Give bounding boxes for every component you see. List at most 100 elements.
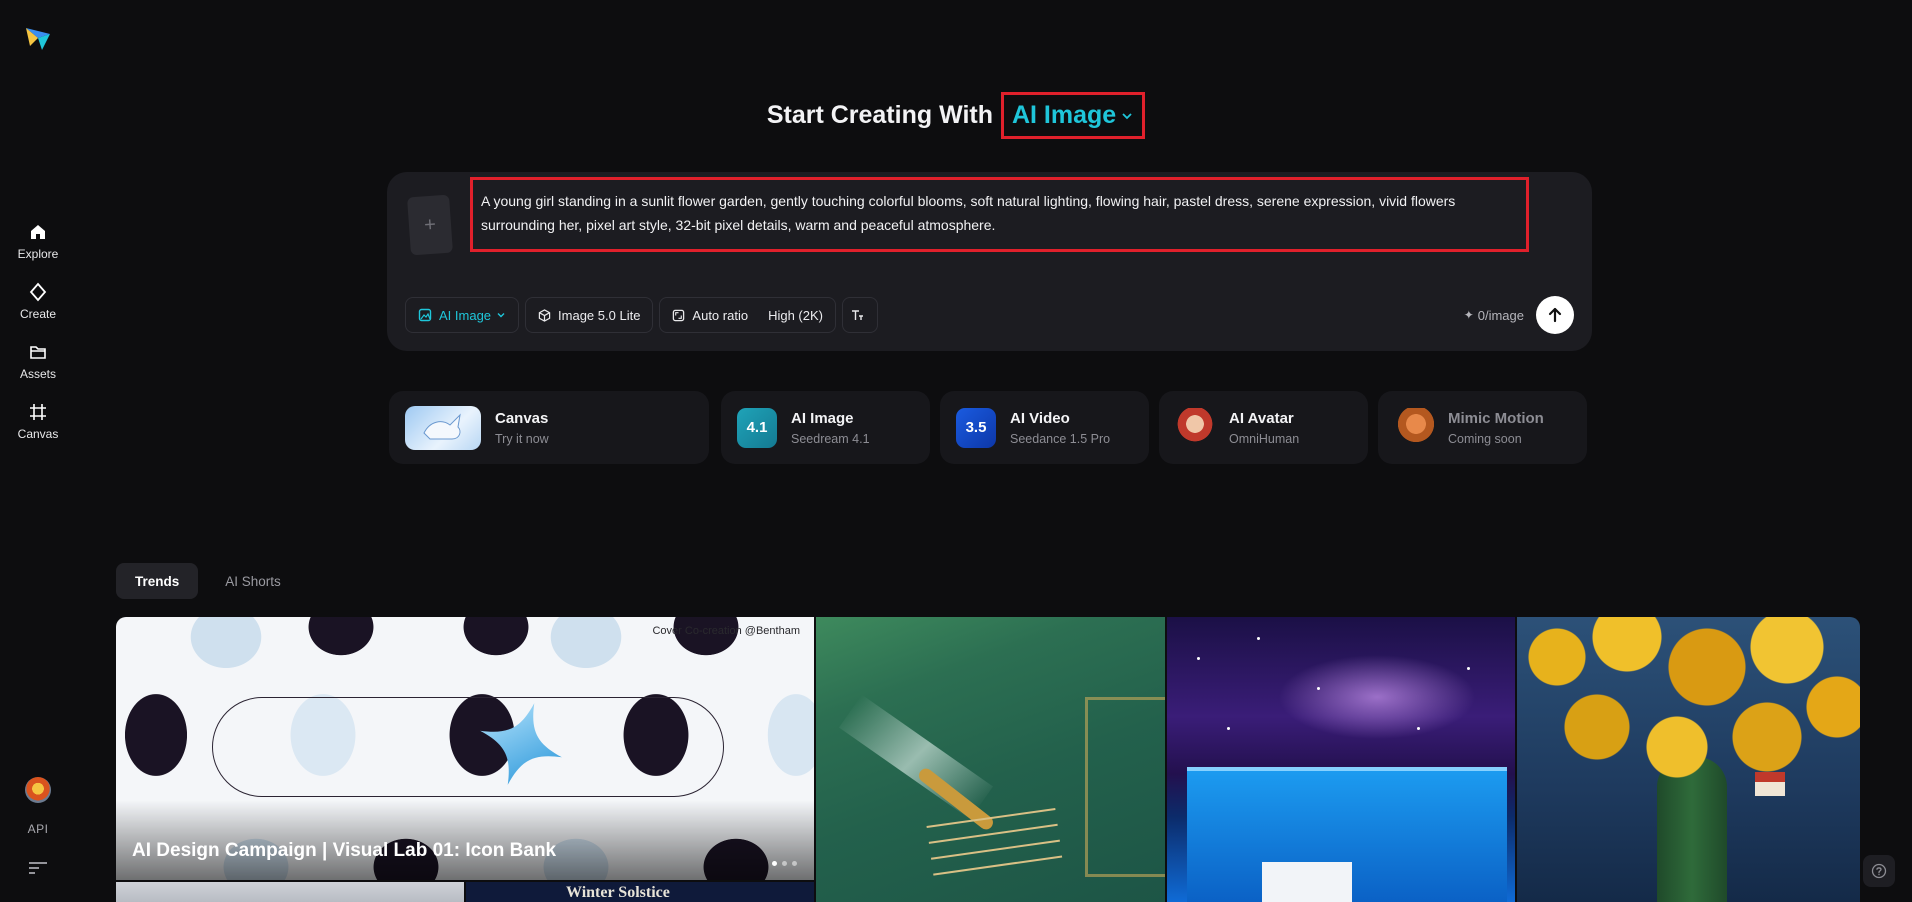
card-subtitle: Seedance 1.5 Pro (1010, 431, 1111, 446)
gallery-tabs: Trends AI Shorts (116, 563, 308, 599)
sidebar-item-label: Assets (19, 367, 56, 381)
carousel-dots[interactable] (772, 861, 802, 866)
help-icon (1871, 863, 1887, 879)
star-dot (1317, 687, 1320, 690)
card-text: Mimic Motion Coming soon (1448, 410, 1544, 446)
cube-icon (538, 308, 551, 322)
gallery-tile-rowing[interactable] (816, 617, 1165, 902)
carousel-dot[interactable] (782, 861, 787, 866)
card-title: AI Avatar (1229, 409, 1294, 427)
star-dot (1227, 727, 1230, 730)
sidebar-item-create[interactable]: Create (0, 282, 76, 321)
avatar-character-icon (1175, 407, 1215, 448)
mode-chip[interactable]: AI Image (405, 297, 520, 333)
sidebar-item-label: Create (19, 307, 57, 321)
tab-trends[interactable]: Trends (116, 563, 199, 599)
tile-title-text: Winter Solstice (566, 884, 670, 901)
sidebar-item-canvas[interactable]: Canvas (0, 402, 76, 441)
card-subtitle: Coming soon (1448, 431, 1522, 446)
card-ai-image[interactable]: 4.1 AI Image Seedream 4.1 (721, 391, 930, 464)
page-headline: Start Creating With AI Image (0, 92, 1912, 139)
plus-icon: + (423, 213, 437, 236)
text-format-icon (851, 310, 863, 320)
gallery-tile[interactable]: Winter Solstice (466, 882, 814, 902)
home-icon (31, 225, 45, 239)
card-text: AI Avatar OmniHuman (1229, 410, 1299, 446)
capsule-shape (212, 697, 724, 797)
app-root: Explore Create Assets Canvas API Start C… (0, 0, 1912, 902)
aspect-ratio-icon (673, 309, 685, 321)
seedance-badge-icon: 3.5 (956, 407, 996, 448)
star-dot (1467, 667, 1470, 670)
white-block (1262, 862, 1352, 902)
card-subtitle: Seedream 4.1 (791, 431, 870, 446)
api-link[interactable]: API (0, 822, 76, 836)
add-reference-image-button[interactable]: + (407, 194, 453, 256)
card-subtitle: Try it now (495, 431, 549, 446)
sidebar-item-explore[interactable]: Explore (0, 222, 76, 261)
model-chip-label: Image 5.0 Lite (558, 307, 641, 323)
star-dot (1257, 637, 1260, 640)
ratio-label: Auto ratio (692, 307, 749, 323)
card-mimic-motion: Mimic Motion Coming soon (1378, 391, 1587, 464)
sidebar-item-label: Explore (17, 247, 59, 261)
sidebar-item-assets[interactable]: Assets (0, 342, 76, 381)
text-style-button[interactable] (842, 297, 878, 333)
featured-gallery-tile[interactable]: Cover Co-creation @Bentham AI Design Cam… (116, 617, 814, 880)
credit-cost: ✦ 0/image (1464, 308, 1524, 323)
prompt-toolbar: AI Image Image 5.0 Lite Auto ratio High … (405, 296, 1574, 334)
canvas-thumbnail (405, 405, 481, 450)
card-text: Canvas Try it now (495, 410, 549, 446)
seedream-badge-icon: 4.1 (737, 407, 777, 448)
carousel-dot[interactable] (772, 861, 777, 866)
mimic-character-icon (1394, 407, 1434, 448)
frame-icon (30, 404, 46, 420)
card-title: AI Video (1010, 409, 1070, 427)
creation-mode-label: AI Image (1011, 101, 1117, 129)
credit-cost-value: 0/image (1477, 307, 1524, 323)
user-avatar[interactable] (25, 777, 51, 803)
diamond-icon (29, 282, 47, 302)
gallery-tile-space-pool[interactable] (1167, 617, 1515, 902)
creation-mode-dropdown[interactable]: AI Image (1000, 92, 1146, 139)
menu-icon[interactable] (29, 862, 47, 874)
four-point-star-image (480, 703, 562, 785)
card-text: AI Image Seedream 4.1 (791, 410, 870, 446)
mode-chip-label: AI Image (439, 307, 492, 323)
sparkle-icon: ✦ (1463, 308, 1474, 322)
tree-house (1755, 772, 1785, 796)
card-ai-avatar[interactable]: AI Avatar OmniHuman (1159, 391, 1368, 464)
tree-leaves (1517, 617, 1860, 787)
prompt-input-container[interactable]: A young girl standing in a sunlit flower… (470, 177, 1529, 252)
model-select-chip[interactable]: Image 5.0 Lite (525, 297, 654, 333)
card-text: AI Video Seedance 1.5 Pro (1010, 410, 1110, 446)
prompt-input[interactable]: A young girl standing in a sunlit flower… (481, 189, 1518, 237)
card-title: Mimic Motion (1448, 409, 1544, 427)
gold-pattern (1085, 697, 1165, 877)
quality-label: High (2K) (768, 307, 823, 323)
card-subtitle: OmniHuman (1229, 431, 1300, 446)
headline-lead: Start Creating With (766, 101, 993, 129)
generate-button[interactable] (1536, 296, 1574, 334)
card-canvas[interactable]: Canvas Try it now (389, 391, 709, 464)
chevron-down-icon (497, 313, 505, 318)
star-dot (1417, 727, 1420, 730)
sidebar-item-label: Canvas (17, 427, 59, 441)
chevron-down-icon (1122, 112, 1132, 119)
arrow-up-icon (1548, 307, 1562, 323)
prompt-panel: + A young girl standing in a sunlit flow… (387, 172, 1592, 351)
card-badge: 3.5 (965, 419, 987, 436)
star-dot (1197, 657, 1200, 660)
gallery-tile-tree[interactable] (1517, 617, 1860, 902)
card-title: AI Image (791, 409, 854, 427)
ratio-quality-chip[interactable]: Auto ratio High (2K) (659, 297, 836, 333)
image-icon (418, 308, 432, 322)
gallery-tile[interactable] (116, 882, 464, 902)
tab-ai-shorts[interactable]: AI Shorts (206, 563, 300, 599)
card-title: Canvas (495, 409, 549, 427)
featured-caption: AI Design Campaign | Visual Lab 01: Icon… (132, 840, 557, 861)
app-logo-icon[interactable] (24, 24, 52, 52)
carousel-dot[interactable] (792, 861, 797, 866)
card-ai-video[interactable]: 3.5 AI Video Seedance 1.5 Pro (940, 391, 1149, 464)
help-button[interactable] (1863, 855, 1895, 887)
